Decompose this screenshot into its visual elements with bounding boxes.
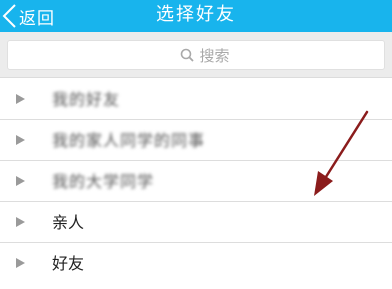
search-placeholder: 搜索 (199, 46, 230, 65)
group-label: 亲人 (52, 213, 85, 232)
group-row-classmates[interactable]: 我的大学同学 (0, 161, 392, 202)
group-row-family-colleagues[interactable]: 我的家人同学的同事 (0, 120, 392, 161)
group-row-friends[interactable]: 好友 (0, 243, 392, 284)
group-row-relatives[interactable]: 亲人 (0, 202, 392, 243)
expand-arrow-icon (16, 176, 25, 186)
group-row-my-friends[interactable]: 我的好友 (0, 79, 392, 120)
group-label: 我的好友 (52, 90, 121, 109)
search-input[interactable]: 搜索 (7, 40, 385, 70)
group-label: 我的家人同学的同事 (52, 131, 206, 150)
group-label: 我的大学同学 (52, 172, 155, 191)
expand-arrow-icon (16, 135, 25, 145)
search-bar: 搜索 (0, 32, 392, 78)
search-icon (181, 48, 195, 62)
top-bar: 返回 选择好友 (0, 0, 392, 32)
friend-group-list: 我的好友 我的家人同学的同事 我的大学同学 亲人 好友 (0, 79, 392, 284)
expand-arrow-icon (16, 217, 25, 227)
page-title: 选择好友 (156, 4, 236, 25)
expand-arrow-icon (16, 94, 25, 104)
group-label: 好友 (52, 254, 85, 273)
expand-arrow-icon (16, 258, 25, 268)
